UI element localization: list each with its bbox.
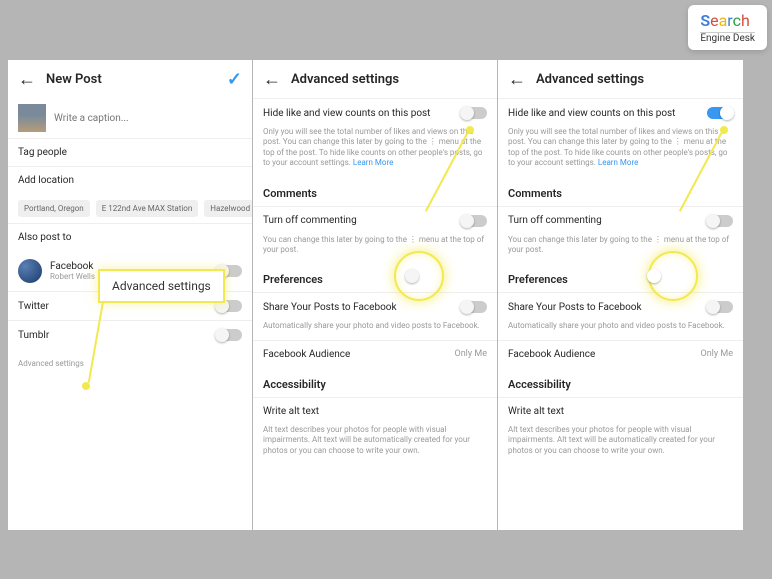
turn-off-commenting-row[interactable]: Turn off commenting	[253, 206, 497, 235]
facebook-avatar-icon	[18, 259, 42, 283]
advanced-settings-panel-on: ← Advanced settings Hide like and view c…	[498, 60, 743, 530]
share-fb-description: Automatically share your photo and video…	[498, 321, 743, 339]
page-title: New Post	[46, 72, 102, 87]
share-to-facebook-row[interactable]: Share Your Posts to Facebook	[498, 292, 743, 321]
advanced-settings-panel-off: ← Advanced settings Hide like and view c…	[253, 60, 498, 530]
confirm-check-icon[interactable]: ✓	[227, 69, 242, 90]
location-chip[interactable]: E 122nd Ave MAX Station	[96, 200, 199, 217]
share-fb-toggle[interactable]	[707, 301, 733, 313]
back-arrow-icon[interactable]: ←	[263, 69, 281, 90]
also-post-to-header: Also post to	[8, 223, 252, 251]
add-location-row[interactable]: Add location	[8, 166, 252, 194]
hide-like-counts-row[interactable]: Hide like and view counts on this post	[498, 98, 743, 127]
facebook-audience-row[interactable]: Facebook Audience Only Me	[253, 340, 497, 368]
search-engine-desk-logo: Search Engine Desk	[688, 5, 767, 50]
page-title: Advanced settings	[536, 72, 644, 87]
alt-text-description: Alt text describes your photos for peopl…	[498, 425, 743, 464]
back-arrow-icon[interactable]: ←	[18, 69, 36, 90]
tumblr-toggle[interactable]	[216, 329, 242, 341]
location-chip[interactable]: Portland, Oregon	[18, 200, 90, 217]
write-alt-text-row[interactable]: Write alt text	[498, 397, 743, 425]
commenting-description: You can change this later by going to th…	[498, 235, 743, 264]
page-title: Advanced settings	[291, 72, 399, 87]
new-post-panel: ← New Post ✓ Tag people Add location Por…	[8, 60, 253, 530]
learn-more-link[interactable]: Learn More	[353, 158, 393, 167]
accessibility-section-header: Accessibility	[253, 368, 497, 397]
tag-people-row[interactable]: Tag people	[8, 138, 252, 166]
facebook-audience-value: Only Me	[455, 349, 487, 359]
facebook-audience-row[interactable]: Facebook Audience Only Me	[498, 340, 743, 368]
preferences-section-header: Preferences	[498, 263, 743, 292]
facebook-label: Facebook	[50, 261, 95, 272]
hide-counts-description: Only you will see the total number of li…	[498, 127, 743, 177]
advanced-settings-highlight: Advanced settings	[98, 269, 225, 303]
location-suggestions: Portland, Oregon E 122nd Ave MAX Station…	[8, 194, 252, 223]
hide-like-counts-row[interactable]: Hide like and view counts on this post	[253, 98, 497, 127]
accessibility-section-header: Accessibility	[498, 368, 743, 397]
comments-section-header: Comments	[253, 177, 497, 206]
share-fb-toggle[interactable]	[461, 301, 487, 313]
share-tumblr-row[interactable]: Tumblr	[8, 320, 252, 349]
back-arrow-icon[interactable]: ←	[508, 69, 526, 90]
post-thumbnail[interactable]	[18, 104, 46, 132]
hide-counts-toggle[interactable]	[707, 107, 733, 119]
facebook-username: Robert Wells	[50, 272, 95, 281]
turn-off-commenting-row[interactable]: Turn off commenting	[498, 206, 743, 235]
advanced-settings-link[interactable]: Advanced settings	[8, 349, 252, 378]
location-chip[interactable]: Hazelwood	[204, 200, 252, 217]
hide-counts-description: Only you will see the total number of li…	[253, 127, 497, 177]
commenting-toggle[interactable]	[707, 215, 733, 227]
hide-counts-toggle[interactable]	[461, 107, 487, 119]
comments-section-header: Comments	[498, 177, 743, 206]
learn-more-link[interactable]: Learn More	[598, 158, 638, 167]
write-alt-text-row[interactable]: Write alt text	[253, 397, 497, 425]
share-to-facebook-row[interactable]: Share Your Posts to Facebook	[253, 292, 497, 321]
commenting-toggle[interactable]	[461, 215, 487, 227]
alt-text-description: Alt text describes your photos for peopl…	[253, 425, 497, 464]
caption-input[interactable]	[54, 113, 242, 124]
facebook-audience-value: Only Me	[701, 349, 733, 359]
share-fb-description: Automatically share your photo and video…	[253, 321, 497, 339]
commenting-description: You can change this later by going to th…	[253, 235, 497, 264]
preferences-section-header: Preferences	[253, 263, 497, 292]
